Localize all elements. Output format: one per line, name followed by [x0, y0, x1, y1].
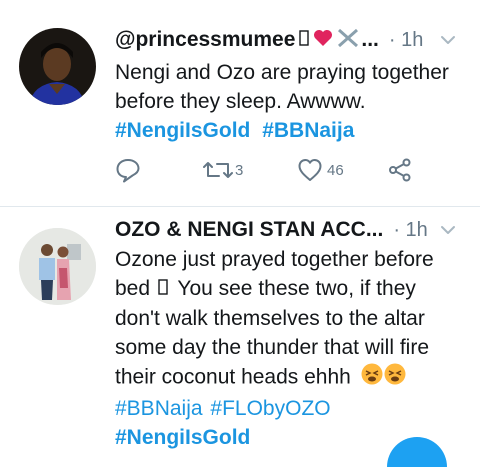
- chevron-down-icon[interactable]: [438, 220, 458, 240]
- avatar[interactable]: [19, 28, 96, 105]
- box-glyph-icon: [158, 275, 168, 304]
- hashtag-link[interactable]: #FLObyOZO: [210, 397, 330, 420]
- retweet-button[interactable]: 3: [203, 157, 243, 183]
- name-ellipsis: ...: [361, 28, 379, 51]
- hashtag-link[interactable]: #BBNaija: [115, 397, 203, 420]
- crossed-swords-icon: [337, 28, 359, 53]
- retweet-count: 3: [235, 161, 244, 179]
- like-count: 46: [327, 161, 344, 179]
- tweet-text-line: You see these two, if they: [177, 277, 416, 300]
- tweet[interactable]: @princessmumee ... · 1h Nengi and Ozo ar…: [0, 0, 480, 207]
- display-name[interactable]: @princessmumee: [115, 28, 295, 52]
- hashtag-link[interactable]: #NengiIsGold: [115, 426, 250, 449]
- tweet-actions: 3 46: [115, 157, 435, 187]
- box-glyph-icon: [299, 29, 310, 52]
- tweet-text-line: don't walk themselves to the altar: [115, 306, 425, 330]
- tweet-text-line: Nengi and Ozo are praying together: [115, 61, 449, 84]
- hashtag-link[interactable]: #NengiIsGold: [115, 119, 250, 142]
- heart-emoji-icon: [313, 29, 333, 52]
- share-icon: [389, 158, 411, 182]
- display-name[interactable]: OZO & NENGI STAN ACC...: [115, 218, 383, 242]
- divider: [0, 206, 480, 207]
- tweet-text-line: bed: [115, 277, 151, 300]
- heart-icon: [298, 159, 322, 181]
- tweet-text-line: Ozone just prayed together before: [115, 248, 434, 271]
- tweet-header: @princessmumee ... · 1h: [115, 26, 465, 54]
- tweet-text: Nengi and Ozo are praying together befor…: [115, 58, 465, 145]
- timestamp[interactable]: · 1h: [389, 29, 423, 52]
- tweet[interactable]: OZO & NENGI STAN ACC... · 1h Ozone just …: [0, 208, 480, 449]
- timestamp[interactable]: · 1h: [393, 219, 427, 242]
- tweet-text-line: some day the thunder that will fire: [115, 335, 429, 359]
- share-button[interactable]: [387, 157, 413, 183]
- tweet-text-line: their coconut heads ehhh: [115, 365, 351, 389]
- retweet-icon: [203, 162, 233, 178]
- tweet-text: Ozone just prayed together before bed Yo…: [115, 245, 465, 452]
- reply-icon: [116, 159, 140, 183]
- tweet-text-line: before they sleep. Awwww.: [115, 90, 366, 113]
- tired-face-emoji-icon: [361, 362, 407, 394]
- tweet-header: OZO & NENGI STAN ACC... · 1h: [115, 216, 465, 244]
- chevron-down-icon[interactable]: [438, 30, 458, 50]
- like-button[interactable]: 46: [297, 157, 344, 183]
- hashtag-link[interactable]: #BBNaija: [262, 119, 354, 142]
- avatar[interactable]: [19, 228, 96, 305]
- reply-button[interactable]: [115, 157, 141, 183]
